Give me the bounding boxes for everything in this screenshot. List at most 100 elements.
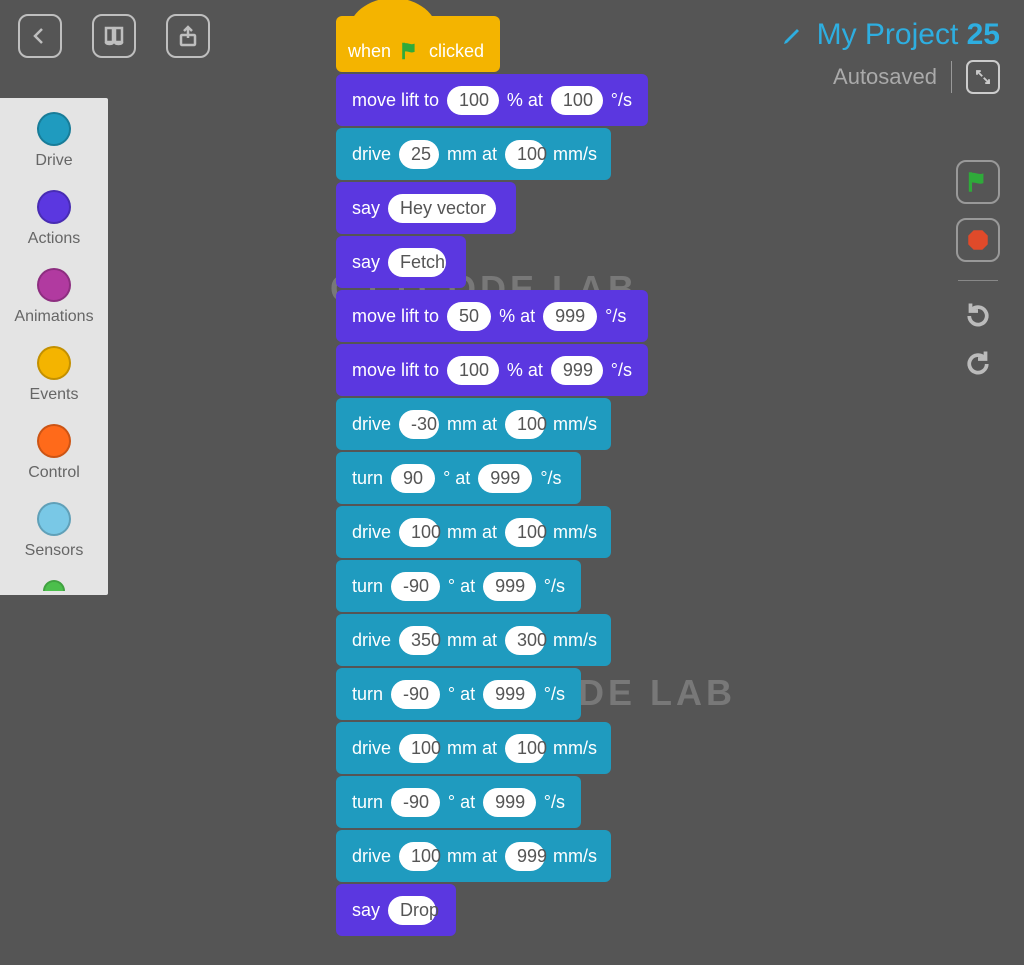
block-input[interactable]: 100 [399, 842, 439, 871]
block-move_lift[interactable]: move lift to 100 % at 100 °/s [336, 74, 648, 126]
share-icon [176, 24, 200, 48]
run-controls [956, 160, 1000, 381]
hat-pre: when [348, 41, 391, 62]
block-input[interactable]: 100 [505, 140, 545, 169]
block-input[interactable]: 100 [505, 518, 545, 547]
category-drive[interactable]: Drive [35, 112, 72, 170]
block-input[interactable]: 100 [505, 734, 545, 763]
block-input[interactable]: 999 [483, 788, 536, 817]
block-say[interactable]: sayFetch [336, 236, 466, 288]
category-dot [37, 112, 71, 146]
chevron-left-icon [28, 24, 52, 48]
block-say[interactable]: say Drop [336, 884, 456, 936]
expand-button[interactable] [966, 60, 1000, 94]
block-input[interactable]: -90 [391, 788, 440, 817]
block-label: drive [352, 738, 391, 759]
script-stack[interactable]: when clicked move lift to100% at100°/sdr… [336, 16, 676, 938]
category-label: Control [28, 464, 80, 482]
block-input[interactable]: 350 [399, 626, 439, 655]
block-move_lift[interactable]: move lift to 100 % at 999 °/s [336, 344, 648, 396]
category-actions[interactable]: Actions [28, 190, 80, 248]
block-drive[interactable]: drive25mm at100mm/s [336, 128, 611, 180]
hat-block-when-flag-clicked[interactable]: when clicked [336, 16, 500, 72]
block-label: move lift to [352, 360, 439, 381]
block-unit: % at [507, 360, 543, 381]
block-input[interactable]: 50 [447, 302, 491, 331]
block-input[interactable]: 999 [505, 842, 545, 871]
block-input[interactable]: 100 [447, 86, 499, 115]
block-input[interactable]: 100 [447, 356, 499, 385]
block-turn[interactable]: turn-90° at999°/s [336, 776, 581, 828]
block-unit: mm/s [553, 738, 597, 759]
block-input[interactable]: 100 [551, 86, 603, 115]
block-input[interactable]: 999 [483, 572, 536, 601]
undo-button[interactable] [961, 347, 995, 381]
block-say[interactable]: say Hey vector [336, 182, 516, 234]
project-header: My Project 25 Autosaved [781, 18, 1000, 94]
block-input[interactable]: 100 [399, 734, 439, 763]
block-unit: mm at [447, 414, 497, 435]
block-unit: ° at [448, 576, 475, 597]
block-label: turn [352, 468, 383, 489]
block-unit: ° at [448, 792, 475, 813]
block-input[interactable]: 999 [483, 680, 536, 709]
block-drive[interactable]: drive -30 mm at 100 mm/s [336, 398, 611, 450]
block-unit: % at [507, 90, 543, 111]
category-dot [37, 424, 71, 458]
block-label: say [352, 198, 380, 219]
block-input[interactable]: 999 [551, 356, 603, 385]
book-icon [102, 24, 126, 48]
block-input[interactable]: 999 [478, 464, 532, 493]
stop-button[interactable] [956, 218, 1000, 262]
category-animations[interactable]: Animations [14, 268, 93, 326]
category-label: Events [30, 386, 79, 404]
block-input[interactable]: 25 [399, 140, 439, 169]
category-control[interactable]: Control [28, 424, 80, 482]
block-input[interactable]: 999 [543, 302, 597, 331]
block-input[interactable]: 100 [505, 410, 545, 439]
block-input[interactable]: Hey vector [388, 194, 496, 223]
project-title-row[interactable]: My Project 25 [781, 18, 1000, 52]
block-label: say [352, 900, 380, 921]
block-turn[interactable]: turn-90° at999°/s [336, 668, 581, 720]
block-input[interactable]: -30 [399, 410, 439, 439]
block-drive[interactable]: drive350mm at300mm/s [336, 614, 611, 666]
project-title: My Project 25 [817, 18, 1000, 52]
block-move_lift[interactable]: move lift to50% at999°/s [336, 290, 648, 342]
block-label: move lift to [352, 306, 439, 327]
block-unit: °/s [611, 90, 632, 111]
category-events[interactable]: Events [30, 346, 79, 404]
run-button[interactable] [956, 160, 1000, 204]
block-input[interactable]: -90 [391, 572, 440, 601]
block-unit: mm at [447, 144, 497, 165]
category-dot [37, 502, 71, 536]
block-drive[interactable]: drive100mm at999mm/s [336, 830, 611, 882]
block-unit: mm/s [553, 414, 597, 435]
expand-icon [974, 68, 992, 86]
block-input[interactable]: 90 [391, 464, 435, 493]
block-drive[interactable]: drive100mm at100mm/s [336, 506, 611, 558]
block-turn[interactable]: turn90° at999°/s [336, 452, 581, 504]
redo-button[interactable] [961, 299, 995, 333]
back-button[interactable] [18, 14, 62, 58]
block-unit: °/s [611, 360, 632, 381]
green-flag-icon [399, 40, 421, 62]
block-label: drive [352, 144, 391, 165]
block-drive[interactable]: drive100mm at100mm/s [336, 722, 611, 774]
category-sensors[interactable]: Sensors [25, 502, 84, 560]
pencil-icon [781, 23, 805, 47]
block-label: move lift to [352, 90, 439, 111]
block-input[interactable]: 100 [399, 518, 439, 547]
block-unit: °/s [544, 792, 565, 813]
block-label: drive [352, 414, 391, 435]
hat-post: clicked [429, 41, 484, 62]
block-input[interactable]: -90 [391, 680, 440, 709]
block-turn[interactable]: turn-90° at999°/s [336, 560, 581, 612]
top-left-toolbar [18, 14, 210, 58]
library-button[interactable] [92, 14, 136, 58]
block-input[interactable]: Drop [388, 896, 436, 925]
block-input[interactable]: Fetch [388, 248, 446, 277]
block-input[interactable]: 300 [505, 626, 545, 655]
share-button[interactable] [166, 14, 210, 58]
autosave-label: Autosaved [833, 64, 937, 90]
